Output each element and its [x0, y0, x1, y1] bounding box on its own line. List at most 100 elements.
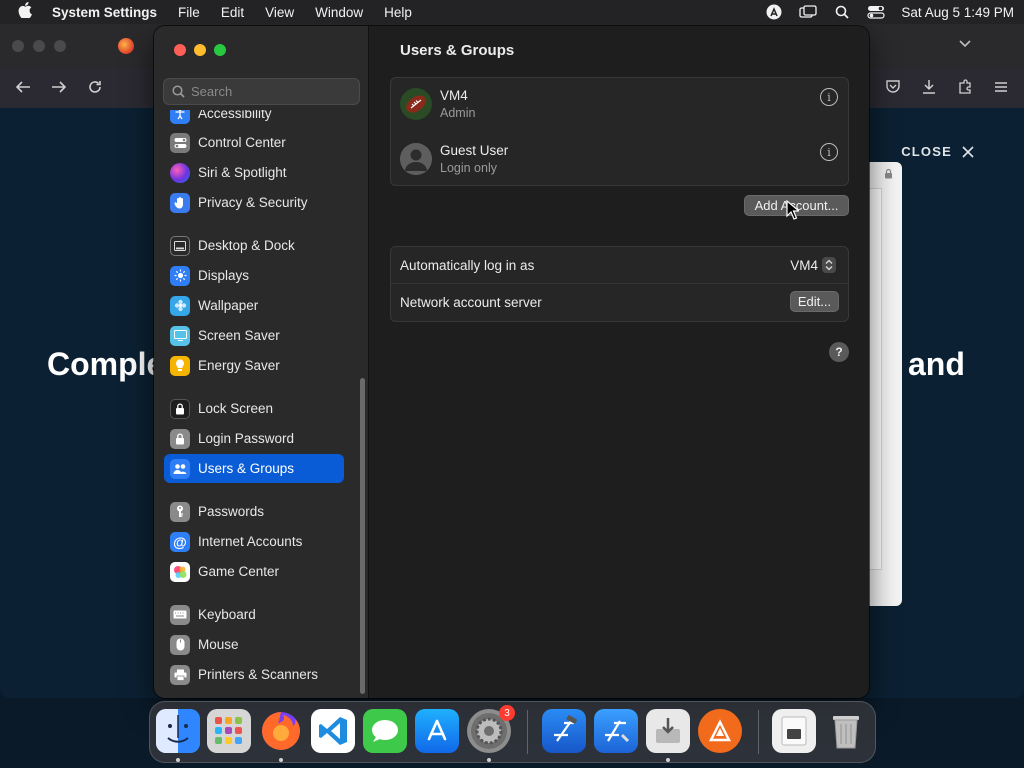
- download-icon[interactable]: [920, 78, 938, 96]
- sidebar-item-displays[interactable]: Displays: [164, 261, 344, 290]
- info-icon[interactable]: i: [820, 143, 838, 161]
- sidebar-item-label: Internet Accounts: [198, 534, 303, 549]
- spotlight-search-icon[interactable]: [833, 4, 851, 20]
- auto-login-popup[interactable]: VM4: [790, 257, 836, 273]
- sidebar-item-control-center[interactable]: Control Center: [164, 128, 344, 157]
- browser-minimize-button[interactable]: [33, 40, 45, 52]
- firefox-icon[interactable]: [259, 709, 303, 753]
- sidebar-item-energy-saver[interactable]: Energy Saver: [164, 351, 344, 380]
- keyboard-icon: [170, 604, 190, 625]
- sidebar-item-lock-screen[interactable]: Lock Screen: [164, 394, 344, 423]
- finder-icon[interactable]: [156, 709, 200, 753]
- page-title: Users & Groups: [400, 42, 515, 59]
- messages-icon[interactable]: [363, 709, 407, 753]
- sidebar-item-mouse[interactable]: Mouse: [164, 630, 344, 659]
- hand-icon: [170, 192, 190, 213]
- lock-icon: [170, 428, 190, 449]
- launchpad-icon[interactable]: [207, 709, 251, 753]
- window-zoom-button[interactable]: [214, 44, 226, 56]
- simulator-icon[interactable]: [594, 709, 638, 753]
- sidebar-item-label: Screen Saver: [198, 328, 280, 343]
- menu-view[interactable]: View: [265, 5, 294, 20]
- sidebar-item-keyboard[interactable]: Keyboard: [164, 600, 344, 629]
- user-name: VM4: [440, 88, 468, 103]
- user-row-guest[interactable]: Guest User Login only i: [391, 133, 848, 187]
- menu-help[interactable]: Help: [384, 5, 412, 20]
- login-settings-group: Automatically log in as VM4 Network acco…: [390, 246, 849, 322]
- info-icon[interactable]: i: [820, 88, 838, 106]
- menu-file[interactable]: File: [178, 5, 200, 20]
- web-panel-frame: [868, 188, 882, 570]
- dock-separator: [758, 710, 759, 754]
- web-headline-right: and: [908, 346, 965, 382]
- app-store-status-icon[interactable]: [765, 4, 783, 20]
- flower-icon: [170, 295, 190, 316]
- sidebar-item-passwords[interactable]: Passwords: [164, 497, 344, 526]
- sidebar-item-printers-scanners[interactable]: Printers & Scanners: [164, 660, 344, 689]
- screen-mirroring-icon[interactable]: [799, 4, 818, 20]
- pocket-icon[interactable]: [884, 78, 902, 96]
- sidebar-item-wallpaper[interactable]: Wallpaper: [164, 291, 344, 320]
- key-icon: [170, 501, 190, 522]
- sidebar-item-login-password[interactable]: Login Password: [164, 424, 344, 453]
- app-store-icon[interactable]: [415, 709, 459, 753]
- siri-icon: [170, 162, 190, 183]
- help-button[interactable]: ?: [829, 342, 849, 362]
- sidebar-item-screen-saver[interactable]: Screen Saver: [164, 321, 344, 350]
- battery-icon: [170, 355, 190, 376]
- downloads-icon[interactable]: [772, 709, 816, 753]
- search-field[interactable]: [163, 78, 360, 105]
- sidebar-item-game-center[interactable]: Game Center: [164, 557, 344, 586]
- browser-zoom-button[interactable]: [54, 40, 66, 52]
- menu-app-name[interactable]: System Settings: [52, 5, 157, 20]
- users-icon: [170, 458, 190, 479]
- edit-network-server-button[interactable]: Edit...: [790, 291, 839, 312]
- xcode-icon[interactable]: [542, 709, 586, 753]
- mouse-cursor-icon: [786, 199, 801, 223]
- transmit-icon[interactable]: [698, 709, 742, 753]
- reload-icon[interactable]: [86, 78, 104, 96]
- system-settings-icon[interactable]: 3: [467, 705, 515, 753]
- dock-icon: [170, 235, 190, 256]
- sidebar-scrollbar[interactable]: [360, 378, 365, 694]
- system-settings-window: Accessibility Control Center Siri & Spot…: [154, 26, 869, 698]
- forward-arrow-icon[interactable]: [50, 78, 68, 96]
- trash-icon[interactable]: [824, 709, 868, 753]
- sidebar-item-internet-accounts[interactable]: @ Internet Accounts: [164, 527, 344, 556]
- control-center-toggle-icon[interactable]: [867, 4, 886, 20]
- settings-main-pane: Users & Groups VM4 Admin i Guest User Lo…: [370, 26, 869, 698]
- search-input[interactable]: [191, 84, 351, 99]
- apple-menu-icon[interactable]: [18, 1, 36, 23]
- sidebar-item-users-groups[interactable]: Users & Groups: [164, 454, 344, 483]
- web-close-button[interactable]: CLOSE: [901, 144, 974, 159]
- lock-icon: [170, 398, 190, 419]
- hamburger-menu-icon[interactable]: [992, 78, 1010, 96]
- sidebar-item-label: Lock Screen: [198, 401, 274, 416]
- sidebar-item-accessibility[interactable]: Accessibility: [164, 110, 344, 128]
- users-list: VM4 Admin i Guest User Login only i: [390, 77, 849, 186]
- back-arrow-icon[interactable]: [14, 78, 32, 96]
- extensions-icon[interactable]: [956, 78, 974, 96]
- close-icon: [962, 145, 974, 158]
- user-role: Admin: [440, 106, 476, 120]
- control-center-icon: [170, 132, 190, 153]
- window-traffic-lights: [174, 44, 226, 56]
- firefox-tab-icon[interactable]: [118, 38, 134, 54]
- sidebar-item-label: Desktop & Dock: [198, 238, 295, 253]
- football-icon: [400, 88, 432, 120]
- sidebar-item-siri-spotlight[interactable]: Siri & Spotlight: [164, 158, 344, 187]
- vscode-icon[interactable]: [311, 709, 355, 753]
- menu-clock[interactable]: Sat Aug 5 1:49 PM: [901, 5, 1014, 20]
- user-row-vm4[interactable]: VM4 Admin i: [391, 78, 848, 132]
- chevron-down-icon[interactable]: [958, 37, 972, 52]
- window-minimize-button[interactable]: [194, 44, 206, 56]
- at-icon: @: [170, 531, 190, 552]
- menu-window[interactable]: Window: [315, 5, 363, 20]
- sidebar-item-privacy-security[interactable]: Privacy & Security: [164, 188, 344, 217]
- window-close-button[interactable]: [174, 44, 186, 56]
- network-server-row: Network account server Edit...: [391, 284, 848, 321]
- menu-edit[interactable]: Edit: [221, 5, 244, 20]
- sidebar-item-desktop-dock[interactable]: Desktop & Dock: [164, 231, 344, 260]
- installer-icon[interactable]: [646, 709, 690, 753]
- browser-close-button[interactable]: [12, 40, 24, 52]
